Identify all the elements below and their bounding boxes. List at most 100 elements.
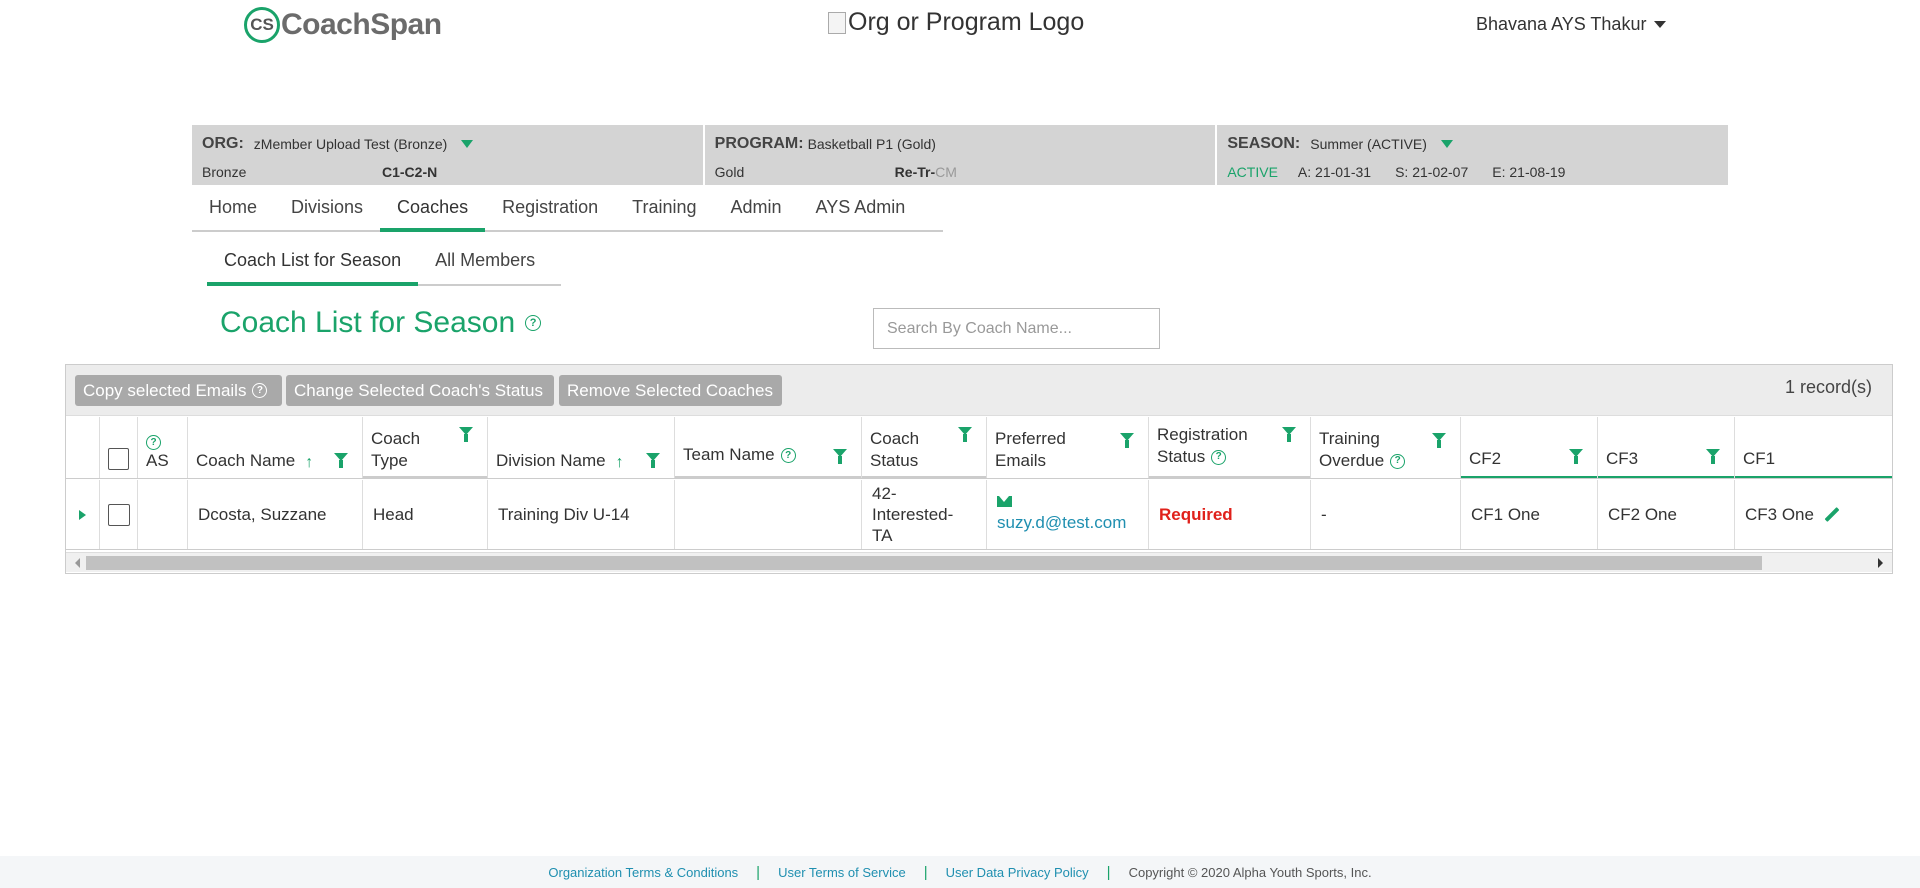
cf1-cell: CF3 One <box>1735 480 1892 549</box>
header-division-name[interactable]: Division Name ↑ <box>488 417 675 478</box>
user-menu[interactable]: Bhavana AYS Thakur <box>1476 14 1667 35</box>
horizontal-scrollbar[interactable] <box>66 552 1892 572</box>
team-name <box>675 480 862 549</box>
header-cf1[interactable]: CF1 <box>1735 417 1892 478</box>
header-coach-status[interactable]: Coach Status <box>862 417 987 478</box>
privacy-policy-link[interactable]: User Data Privacy Policy <box>946 865 1089 880</box>
header-underline <box>363 476 487 478</box>
header-registration-status[interactable]: Registration Status? <box>1149 417 1311 478</box>
season-dropdown-icon[interactable] <box>1440 140 1453 148</box>
header-coach-name[interactable]: Coach Name ↑ <box>188 417 363 478</box>
org-tier: Bronze <box>202 164 247 180</box>
header-training-overdue[interactable]: Training Overdue? <box>1311 417 1461 478</box>
help-icon[interactable]: ? <box>780 448 796 463</box>
scroll-right-icon[interactable] <box>1878 558 1883 568</box>
header-team-name-label: Team Name <box>683 445 775 464</box>
help-icon[interactable]: ? <box>1390 453 1406 469</box>
tab-coach-list-for-season[interactable]: Coach List for Season <box>207 244 419 286</box>
remove-coaches-button[interactable]: Remove Selected Coaches <box>559 375 782 406</box>
season-a-date: A: 21-01-31 <box>1297 164 1372 180</box>
row-checkbox[interactable] <box>107 503 130 526</box>
filter-icon[interactable] <box>1282 427 1296 442</box>
sort-up-icon[interactable]: ↑ <box>616 454 624 472</box>
filter-icon[interactable] <box>646 453 660 468</box>
table-row: Dcosta, Suzzane Head Training Div U-14 4… <box>66 480 1892 550</box>
coach-status-line2: Interested- <box>872 505 954 524</box>
preferred-email: suzy.d@test.com <box>987 480 1149 549</box>
cf3-value: CF2 One <box>1598 480 1735 549</box>
help-icon[interactable]: ? <box>146 435 161 450</box>
org-terms-link[interactable]: Organization Terms & Conditions <box>548 865 738 880</box>
header-coach-status-line1: Coach <box>870 429 920 448</box>
nav-home[interactable]: Home <box>192 186 274 232</box>
copy-emails-button[interactable]: Copy selected Emails ? <box>75 375 282 406</box>
nav-coaches[interactable]: Coaches <box>380 186 486 232</box>
sort-up-icon[interactable]: ↑ <box>305 454 313 472</box>
header-preferred-emails[interactable]: Preferred Emails <box>987 417 1149 478</box>
user-terms-link[interactable]: User Terms of Service <box>778 865 906 880</box>
org-label: ORG: <box>202 135 244 152</box>
logo-text: CoachSpan <box>281 8 442 42</box>
season-s-date: S: 21-02-07 <box>1395 164 1469 180</box>
season-select[interactable]: Summer (ACTIVE) <box>1310 136 1427 152</box>
change-status-button[interactable]: Change Selected Coach's Status <box>286 375 554 406</box>
header-select-all <box>100 417 138 478</box>
nav-admin[interactable]: Admin <box>714 186 799 232</box>
logo-mark-icon: CS <box>244 7 280 43</box>
program-context: PROGRAM: Basketball P1 (Gold) Gold Re-Tr… <box>705 125 1218 185</box>
header-cf3-label: CF3 <box>1606 449 1639 468</box>
scroll-left-icon[interactable] <box>75 558 80 568</box>
coach-grid: Copy selected Emails ? Change Selected C… <box>65 364 1893 574</box>
header-as[interactable]: ? AS <box>138 417 188 478</box>
header-underline <box>1149 476 1310 478</box>
help-icon[interactable]: ? <box>1211 449 1227 465</box>
filter-icon[interactable] <box>334 453 348 468</box>
tab-all-members[interactable]: All Members <box>418 244 552 286</box>
org-select[interactable]: zMember Upload Test (Bronze) <box>254 136 447 152</box>
scrollbar-thumb[interactable] <box>86 556 1762 570</box>
record-count: 1 record(s) <box>1784 377 1872 397</box>
header-cf1-label: CF1 <box>1743 449 1776 468</box>
help-icon[interactable]: ? <box>525 315 542 331</box>
filter-icon[interactable] <box>833 449 847 464</box>
header-cf3[interactable]: CF3 <box>1598 417 1735 478</box>
program-code-muted: CM <box>935 164 957 180</box>
season-label: SEASON: <box>1227 135 1301 152</box>
filter-icon[interactable] <box>958 427 972 442</box>
search-input[interactable] <box>873 308 1160 349</box>
filter-icon[interactable] <box>459 427 473 442</box>
program-value: Basketball P1 (Gold) <box>807 136 936 152</box>
header-team-name[interactable]: Team Name ? <box>675 417 862 478</box>
mail-icon[interactable] <box>997 496 1012 507</box>
coach-name-link[interactable]: Dcosta, Suzzane <box>188 480 363 549</box>
filter-icon[interactable] <box>1569 449 1583 464</box>
main-nav: Home Divisions Coaches Registration Trai… <box>192 186 943 232</box>
nav-ays-admin[interactable]: AYS Admin <box>799 186 923 232</box>
program-tier: Gold <box>714 164 745 180</box>
select-all-checkbox[interactable] <box>108 448 129 470</box>
email-link[interactable]: suzy.d@test.com <box>997 513 1126 533</box>
nav-training[interactable]: Training <box>615 186 713 232</box>
row-expand-toggle[interactable] <box>66 480 100 549</box>
expand-arrow-icon[interactable] <box>79 509 86 520</box>
header-registration-status-label: Status <box>1157 447 1206 466</box>
division-link[interactable]: Training Div U-14 <box>488 480 675 549</box>
nav-divisions[interactable]: Divisions <box>274 186 380 232</box>
header-training-overdue-label: Overdue <box>1319 451 1385 470</box>
header-training-overdue-line2: Overdue? <box>1319 450 1406 472</box>
footer-separator: | <box>756 863 761 881</box>
filter-icon[interactable] <box>1432 433 1446 448</box>
header-expand <box>66 417 100 478</box>
header-coach-type[interactable]: Coach Type <box>363 417 488 478</box>
filter-icon[interactable] <box>1706 449 1720 464</box>
footer-separator: | <box>923 863 928 881</box>
coachspan-logo[interactable]: CS CoachSpan <box>244 6 442 44</box>
filter-icon[interactable] <box>1120 433 1134 448</box>
nav-registration[interactable]: Registration <box>485 186 615 232</box>
org-dropdown-icon[interactable] <box>461 140 474 148</box>
broken-image-icon <box>828 11 846 34</box>
header-coach-name-label: Coach Name <box>196 451 296 470</box>
header-cf2[interactable]: CF2 <box>1461 417 1598 478</box>
season-e-date: E: 21-08-19 <box>1492 164 1566 180</box>
pencil-icon[interactable] <box>1824 507 1840 522</box>
